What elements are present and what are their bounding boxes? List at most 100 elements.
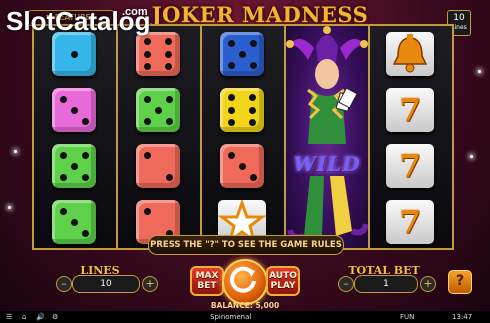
die-pip [228,94,236,102]
die-pip [70,162,78,170]
die-pip [70,218,78,226]
joker-icon [286,26,369,241]
die-pip [143,151,151,159]
dice-symbol [212,30,272,78]
status-bar: ☰ ⌂ 🔊 ⚙ Spinomenal FUN 13:47 [0,311,490,323]
watermark: SlotCatalog .com [6,6,150,37]
rules-banner: PRESS THE "?" TO SEE THE GAME RULES [148,235,344,255]
die-face [52,88,96,132]
max-bet-button[interactable]: MAX BET [190,266,224,296]
die-pip [81,229,89,237]
joker-symbol: WILD [286,26,369,248]
wild-symbol: WILD [293,152,361,176]
seven-label: 7 [386,144,434,188]
die-pip [228,106,236,114]
die-pip [144,62,152,70]
dice-symbol [128,86,188,134]
spin-icon [230,266,256,293]
die-pip [143,95,151,103]
seven-symbol: 7 [380,86,440,134]
home-icon[interactable]: ⌂ [22,311,26,323]
bell-icon [386,32,434,76]
die-face [220,32,264,76]
lines-minus-button[interactable]: – [56,276,72,292]
die-pip [164,50,172,58]
die-pip [59,173,67,181]
die-pip [248,106,256,114]
sound-icon[interactable]: 🔊 [36,311,45,323]
mode-label: FUN [400,313,415,321]
lines-plus-button[interactable]: + [142,276,158,292]
seven-label: 7 [386,88,434,132]
die-face [136,144,180,188]
die-face [220,88,264,132]
reel-4: WILD [286,26,369,248]
lines-value: 10 [72,275,140,293]
die-pip [164,62,172,70]
die-pip [144,50,152,58]
die-pip [227,61,235,69]
dice-symbol [44,86,104,134]
sparkle [8,206,11,209]
sparkle [470,155,473,158]
dice-symbol [212,86,272,134]
die-pip [81,173,89,181]
die-pip [59,95,67,103]
die-pip [70,106,78,114]
die-pip [238,162,246,170]
reel-grid: WILD 7 7 7 [32,24,454,250]
reel-2 [118,26,200,248]
seven-label: 7 [386,200,434,244]
die-pip [81,117,89,125]
clock: 13:47 [452,313,473,321]
reel-5: 7 7 7 [370,26,452,248]
reel-1 [34,26,116,248]
seven-symbol: 7 [380,142,440,190]
die-pip [70,50,78,58]
die-pip [143,117,151,125]
die-pip [248,118,256,126]
die-pip [165,173,173,181]
reel-3 [202,26,284,248]
bet-minus-button[interactable]: – [338,276,354,292]
bell-symbol [380,30,440,78]
menu-icon[interactable]: ☰ [6,311,12,323]
die-pip [154,106,162,114]
die-pip [165,117,173,125]
die-face [52,32,96,76]
die-pip [81,151,89,159]
die-pip [249,173,257,181]
game-stage: JOKER MADNESS ▼ FEATURES 10 Lines WILD 7… [0,0,490,323]
die-face [52,144,96,188]
die-pip [227,151,235,159]
lines-badge-value: 10 [453,13,465,23]
die-pip [143,207,151,215]
balance: BALANCE: 5,000 [210,301,280,310]
dice-symbol [212,142,272,190]
auto-play-button[interactable]: AUTO PLAY [266,266,300,296]
watermark-suffix: .com [122,6,148,18]
die-face [136,88,180,132]
brand-name: Spinomenal [210,313,252,321]
die-pip [164,38,172,46]
die-pip [144,38,152,46]
die-pip [165,95,173,103]
seven-symbol: 7 [380,198,440,246]
sparkle [478,70,481,73]
dice-symbol [44,198,104,246]
die-pip [59,151,67,159]
die-face [52,200,96,244]
bet-plus-button[interactable]: + [420,276,436,292]
dice-symbol [44,142,104,190]
spin-button[interactable] [222,259,268,305]
settings-icon[interactable]: ⚙ [52,311,58,323]
total-bet-value: 1 [354,275,418,293]
dice-symbol [44,30,104,78]
die-pip [59,207,67,215]
die-pip [249,61,257,69]
help-button[interactable]: ? [448,270,472,294]
die-pip [228,118,236,126]
die-face [220,144,264,188]
die-pip [249,39,257,47]
sparkle [14,150,17,153]
